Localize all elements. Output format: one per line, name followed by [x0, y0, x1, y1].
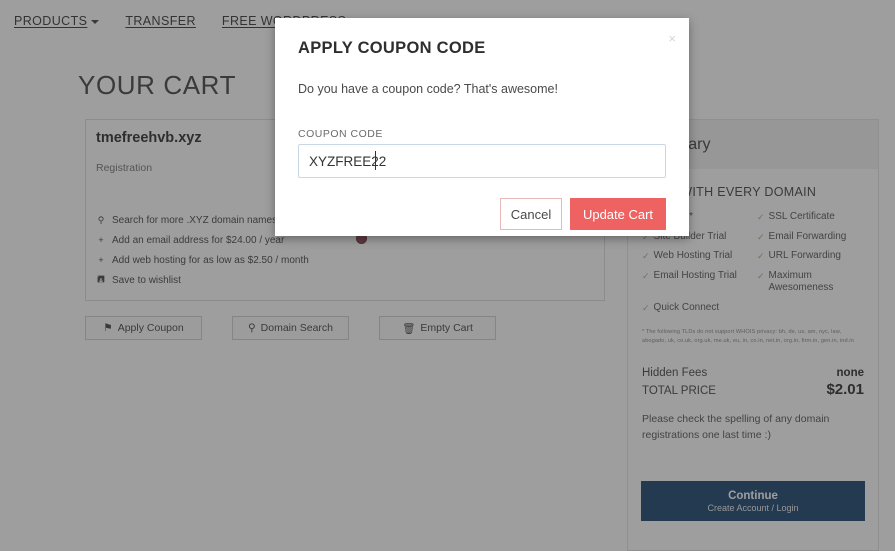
cancel-button[interactable]: Cancel — [500, 198, 562, 230]
coupon-code-input[interactable] — [298, 144, 666, 178]
coupon-code-label: COUPON CODE — [298, 128, 383, 140]
modal-subtitle: Do you have a coupon code? That's awesom… — [298, 82, 558, 96]
modal-title: APPLY COUPON CODE — [298, 39, 486, 57]
close-icon[interactable]: × — [668, 32, 676, 45]
modal-button-group: Cancel Update Cart — [500, 198, 666, 230]
apply-coupon-modal: × APPLY COUPON CODE Do you have a coupon… — [275, 18, 689, 236]
text-cursor — [375, 151, 376, 170]
update-cart-button[interactable]: Update Cart — [570, 198, 666, 230]
